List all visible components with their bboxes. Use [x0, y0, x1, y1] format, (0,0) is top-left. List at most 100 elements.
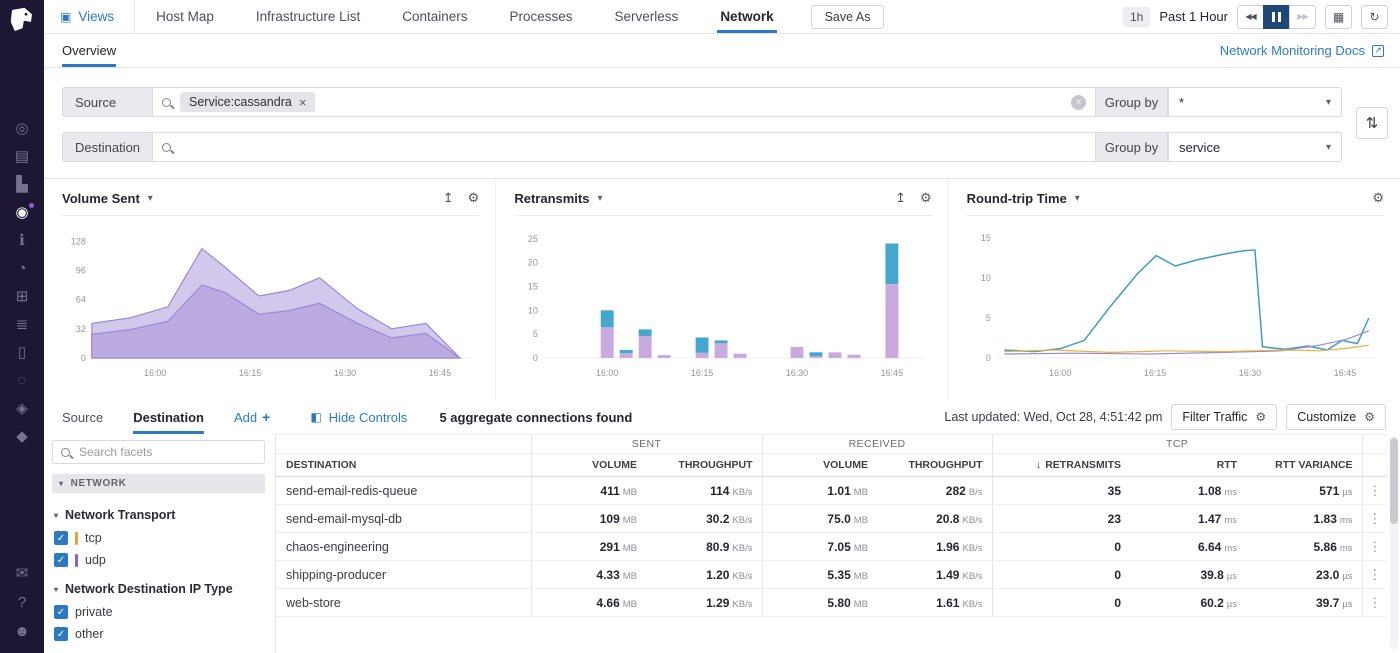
- tab-infrastructure-list[interactable]: Infrastructure List: [235, 0, 381, 33]
- table-row[interactable]: send-email-mysql-db109MB30.2KB/s75.0MB20…: [276, 505, 1387, 533]
- table-row[interactable]: shipping-producer4.33MB1.20KB/s5.35MB1.4…: [276, 561, 1387, 589]
- tab-host-map[interactable]: Host Map: [135, 0, 235, 33]
- network-icon[interactable]: ◉: [12, 205, 32, 220]
- row-menu-kebab-icon[interactable]: ⋮: [1362, 477, 1387, 505]
- export-icon[interactable]: ↥: [895, 190, 906, 206]
- time-range-label[interactable]: Past 1 Hour: [1159, 9, 1228, 24]
- tab-serverless[interactable]: Serverless: [594, 0, 700, 33]
- source-search-input[interactable]: [324, 94, 1062, 110]
- swap-source-destination-button[interactable]: ⇅: [1356, 107, 1388, 139]
- apm-icon[interactable]: ◔: [12, 261, 32, 276]
- clear-search-icon[interactable]: ×: [1071, 95, 1086, 110]
- table-row[interactable]: chaos-engineering291MB80.9KB/s7.05MB1.96…: [276, 533, 1387, 561]
- scrollbar-thumb[interactable]: [1390, 438, 1398, 524]
- pipelines-icon[interactable]: ≣: [12, 317, 32, 332]
- pill-remove-icon[interactable]: ×: [299, 96, 307, 109]
- column-header-rtt-variance[interactable]: RTT VARIANCE: [1246, 454, 1362, 477]
- security-icon[interactable]: ◈: [12, 401, 32, 416]
- column-header-destination[interactable]: DESTINATION: [276, 454, 531, 477]
- filter-traffic-button[interactable]: Filter Traffic ⚙: [1171, 404, 1277, 430]
- facet-item-private[interactable]: ✓private: [54, 605, 265, 619]
- row-menu-kebab-icon[interactable]: ⋮: [1362, 533, 1387, 561]
- table-scrollbar[interactable]: [1390, 436, 1398, 649]
- rewind-button[interactable]: ◀◀: [1237, 5, 1264, 29]
- hide-controls-button[interactable]: ◧ Hide Controls: [310, 410, 407, 425]
- column-header-throughput[interactable]: THROUGHPUT: [646, 454, 762, 477]
- volume-sent-chart[interactable]: 032649612816:0016:1516:3016:45: [62, 218, 479, 390]
- pause-button[interactable]: [1263, 5, 1290, 29]
- column-header-rtt[interactable]: RTT: [1130, 454, 1246, 477]
- infrastructure-icon[interactable]: ▤: [12, 149, 32, 164]
- facet-section-ip-type[interactable]: ▾ Network Destination IP Type: [54, 582, 265, 596]
- forward-button[interactable]: ▶▶: [1289, 5, 1316, 29]
- metrics-icon[interactable]: ▙: [12, 177, 32, 192]
- destination-cell[interactable]: chaos-engineering: [276, 533, 531, 561]
- processes-icon[interactable]: ⊞: [12, 289, 32, 304]
- destination-cell[interactable]: send-email-redis-queue: [276, 477, 531, 505]
- retransmits-chart-header[interactable]: Retransmits ▾ ↥ ⚙: [514, 190, 931, 216]
- customize-button[interactable]: Customize ⚙: [1286, 404, 1386, 430]
- table-row[interactable]: send-email-redis-queue411MB114KB/s1.01MB…: [276, 477, 1387, 505]
- row-menu-kebab-icon[interactable]: ⋮: [1362, 505, 1387, 533]
- value-cell: 80.9KB/s: [646, 533, 762, 561]
- filter-pill-service-cassandra[interactable]: Service:cassandra ×: [180, 92, 315, 112]
- time-range-chip[interactable]: 1h: [1123, 7, 1150, 27]
- facet-section-network-transport[interactable]: ▾ Network Transport: [54, 508, 265, 522]
- checkbox-checked-icon[interactable]: ✓: [54, 531, 68, 545]
- destination-search-input[interactable]: [180, 139, 1086, 155]
- facet-item-tcp[interactable]: ✓tcp: [54, 531, 265, 545]
- table-row[interactable]: web-store4.66MB1.29KB/s5.80MB1.61KB/s060…: [276, 589, 1387, 617]
- export-icon[interactable]: ↥: [443, 190, 454, 206]
- tab-containers[interactable]: Containers: [381, 0, 488, 33]
- column-header-volume[interactable]: VOLUME: [531, 454, 646, 477]
- help-icon[interactable]: ?: [12, 595, 32, 610]
- checkbox-checked-icon[interactable]: ✓: [54, 605, 68, 619]
- watchdog-icon[interactable]: ◎: [12, 121, 32, 136]
- facet-search-input[interactable]: [77, 444, 256, 460]
- tab-source[interactable]: Source: [62, 400, 103, 434]
- facet-item-udp[interactable]: ✓udp: [54, 553, 265, 567]
- gear-icon[interactable]: ⚙: [920, 190, 932, 206]
- destination-group-by-select[interactable]: service ▾: [1168, 132, 1342, 162]
- chat-icon[interactable]: ✉: [12, 566, 32, 581]
- round-trip-time-chart-header[interactable]: Round-trip Time ▾ ⚙: [967, 190, 1384, 216]
- views-menu[interactable]: ▣ Views: [44, 0, 135, 33]
- tab-network[interactable]: Network: [699, 0, 794, 33]
- gear-icon[interactable]: ⚙: [1372, 190, 1384, 206]
- column-header-volume[interactable]: VOLUME: [762, 454, 877, 477]
- save-as-button[interactable]: Save As: [811, 5, 885, 29]
- destination-cell[interactable]: shipping-producer: [276, 561, 531, 589]
- row-menu-kebab-icon[interactable]: ⋮: [1362, 561, 1387, 589]
- integrations-icon[interactable]: ◆: [12, 429, 32, 444]
- add-tab-button[interactable]: Add +: [234, 409, 270, 425]
- column-header-retransmits[interactable]: ↓RETRANSMITS: [992, 454, 1130, 477]
- source-search-box[interactable]: Service:cassandra × ×: [152, 87, 1096, 117]
- column-header-throughput[interactable]: THROUGHPUT: [877, 454, 992, 477]
- logs-icon[interactable]: ▯: [12, 345, 32, 360]
- checkbox-checked-icon[interactable]: ✓: [54, 553, 68, 567]
- facet-group-network[interactable]: ▾ NETWORK: [52, 474, 265, 493]
- destination-search-box[interactable]: [152, 132, 1096, 162]
- tab-destination[interactable]: Destination: [133, 400, 204, 434]
- facet-search-box[interactable]: [52, 440, 265, 464]
- synthetics-icon[interactable]: ◌: [12, 373, 32, 388]
- tab-processes[interactable]: Processes: [489, 0, 594, 33]
- datadog-logo-icon[interactable]: [7, 5, 37, 35]
- row-menu-kebab-icon[interactable]: ⋮: [1362, 589, 1387, 617]
- tab-overview[interactable]: Overview: [62, 34, 116, 67]
- refresh-button[interactable]: ↻: [1361, 5, 1388, 29]
- volume-sent-chart-header[interactable]: Volume Sent ▾ ↥ ⚙: [62, 190, 479, 216]
- gear-icon[interactable]: ⚙: [468, 190, 480, 206]
- admin-icon[interactable]: ☻: [12, 624, 32, 639]
- network-monitoring-docs-link[interactable]: Network Monitoring Docs ↗: [1220, 43, 1384, 58]
- checkbox-checked-icon[interactable]: ✓: [54, 627, 68, 641]
- retransmits-chart[interactable]: 051015202516:0016:1516:3016:45: [514, 218, 931, 390]
- destination-cell[interactable]: send-email-mysql-db: [276, 505, 531, 533]
- source-group-by-select[interactable]: * ▾: [1168, 87, 1342, 117]
- facet-item-other[interactable]: ✓other: [54, 627, 265, 641]
- notebooks-icon[interactable]: ℹ: [12, 233, 32, 248]
- destination-filter-row: Destination Group by service ▾: [62, 132, 1342, 162]
- destination-cell[interactable]: web-store: [276, 589, 531, 617]
- round-trip-time-chart[interactable]: 05101516:0016:1516:3016:45: [967, 218, 1384, 390]
- calendar-button[interactable]: ▦: [1325, 5, 1352, 29]
